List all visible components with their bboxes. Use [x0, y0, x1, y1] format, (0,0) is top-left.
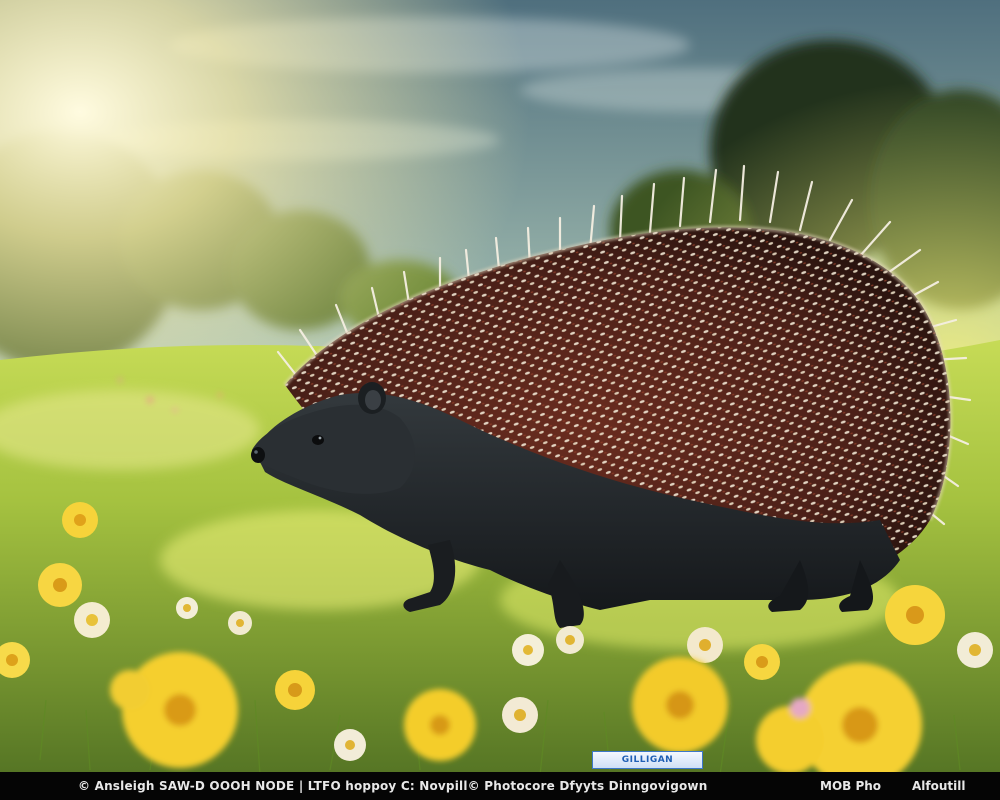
credit-text-left: © Ansleigh SAW-D OOOH NODE | LTFO hoppoy… — [78, 779, 708, 793]
watermark-badge: GILLIGAN — [592, 751, 703, 769]
credit-text-right: Alfoutill — [912, 779, 966, 793]
meadow-illustration — [0, 0, 1000, 800]
watermark-credit-bar: © Ansleigh SAW-D OOOH NODE | LTFO hoppoy… — [0, 772, 1000, 800]
credit-text-mid: MOB Pho — [820, 779, 882, 793]
photo-scene — [0, 0, 1000, 800]
watermark-badge-text: GILLIGAN — [621, 755, 674, 765]
